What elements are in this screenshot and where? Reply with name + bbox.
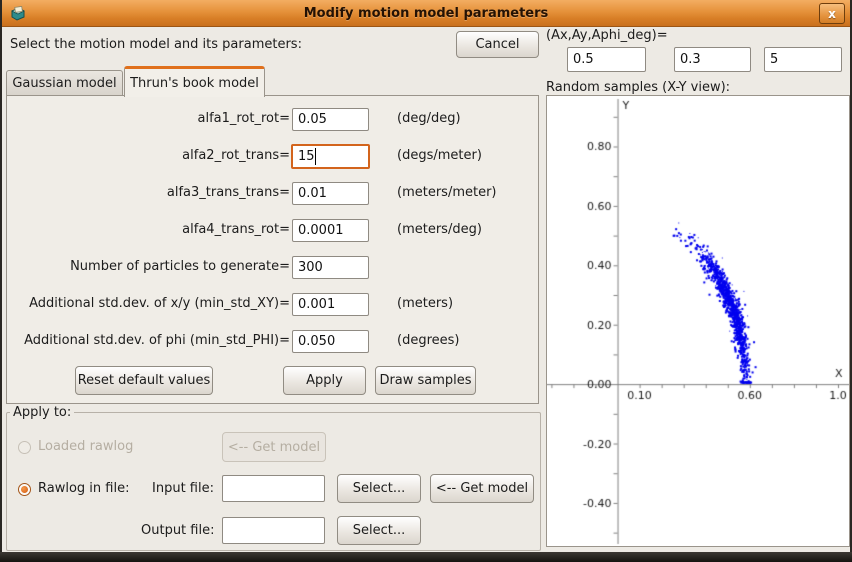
window-border-left — [0, 0, 2, 562]
text-caret — [315, 148, 316, 165]
apply-to-legend: Apply to: — [10, 405, 74, 420]
reset-default-values-button[interactable]: Reset default values — [75, 366, 213, 395]
form-row: Number of particles to generate= — [7, 256, 540, 279]
apply-button[interactable]: Apply — [283, 366, 366, 395]
get-model-file-button[interactable]: <-- Get model — [430, 474, 534, 503]
form-row: alfa4_trans_rot= (meters/deg) — [7, 219, 540, 242]
input-file-label: Input file: — [152, 481, 214, 496]
alfa1-unit: (deg/deg) — [397, 111, 461, 126]
title-bar[interactable]: Modify motion model parameters x — [2, 0, 850, 27]
axy-label: (Ax,Ay,Aphi_deg)= — [546, 28, 668, 43]
aphi-input[interactable] — [764, 47, 842, 72]
alfa4-label: alfa4_trans_rot= — [182, 222, 290, 237]
min-std-phi-input[interactable] — [292, 330, 369, 353]
thrun-model-panel: alfa1_rot_rot= (deg/deg) alfa2_rot_trans… — [6, 95, 539, 404]
select-input-file-button[interactable]: Select... — [337, 474, 421, 503]
samples-scatter-plot — [547, 96, 849, 546]
alfa1-input[interactable] — [292, 108, 369, 131]
ax-input[interactable] — [567, 47, 646, 72]
alfa4-input[interactable] — [292, 219, 369, 242]
cancel-button[interactable]: Cancel — [456, 31, 539, 58]
min-std-xy-input[interactable] — [292, 293, 369, 316]
window-border-bottom — [0, 552, 852, 562]
min-std-xy-unit: (meters) — [397, 296, 453, 311]
form-row: Additional std.dev. of phi (min_std_PHI)… — [7, 330, 540, 353]
alfa3-unit: (meters/meter) — [397, 185, 497, 200]
min-std-phi-unit: (degrees) — [397, 333, 459, 348]
loaded-rawlog-radio[interactable] — [18, 441, 31, 454]
particles-label: Number of particles to generate= — [70, 259, 290, 274]
loaded-rawlog-label: Loaded rawlog — [38, 439, 133, 454]
min-std-xy-label: Additional std.dev. of x/y (min_std_XY)= — [29, 296, 290, 311]
plot-title: Random samples (X-Y view): — [546, 80, 730, 95]
select-output-file-button[interactable]: Select... — [337, 516, 421, 545]
form-row: Additional std.dev. of x/y (min_std_XY)=… — [7, 293, 540, 316]
form-row: alfa2_rot_trans= (degs/meter) — [7, 145, 540, 168]
particles-input[interactable] — [292, 256, 369, 279]
rawlog-in-file-label: Rawlog in file: — [38, 481, 129, 496]
alfa1-label: alfa1_rot_rot= — [197, 111, 290, 126]
alfa2-label: alfa2_rot_trans= — [182, 148, 290, 163]
form-row: alfa3_trans_trans= (meters/meter) — [7, 182, 540, 205]
tab-thruns-book-model[interactable]: Thrun's book model — [124, 66, 265, 97]
rawlog-in-file-radio[interactable] — [18, 483, 31, 496]
tab-gaussian-model[interactable]: Gaussian model — [6, 70, 123, 96]
min-std-phi-label: Additional std.dev. of phi (min_std_PHI)… — [24, 333, 290, 348]
alfa2-unit: (degs/meter) — [397, 148, 482, 163]
alfa3-label: alfa3_trans_trans= — [167, 185, 290, 200]
alfa2-input[interactable] — [291, 144, 370, 169]
draw-samples-button[interactable]: Draw samples — [375, 366, 476, 395]
dialog-window: Modify motion model parameters x Select … — [0, 0, 852, 562]
get-model-loaded-button: <-- Get model — [222, 432, 326, 462]
samples-plot-panel — [546, 95, 850, 547]
output-file-label: Output file: — [141, 523, 214, 538]
alfa3-input[interactable] — [292, 182, 369, 205]
form-row: alfa1_rot_rot= (deg/deg) — [7, 108, 540, 131]
input-file-field[interactable] — [222, 475, 325, 502]
output-file-field[interactable] — [222, 517, 325, 544]
alfa4-unit: (meters/deg) — [397, 222, 482, 237]
instruction-label: Select the motion model and its paramete… — [10, 37, 302, 52]
close-button[interactable]: x — [819, 3, 845, 24]
ay-input[interactable] — [674, 47, 751, 72]
window-title: Modify motion model parameters — [2, 6, 850, 21]
